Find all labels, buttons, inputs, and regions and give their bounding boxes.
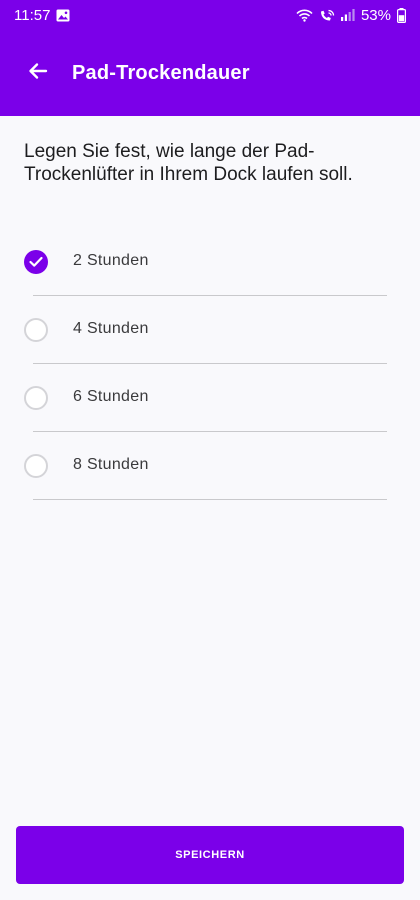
- status-bar-left: 11:57: [14, 7, 70, 24]
- option-label: 8 Stunden: [73, 456, 149, 473]
- status-time: 11:57: [14, 6, 51, 24]
- battery-icon: [397, 7, 406, 23]
- option-2-stunden[interactable]: 2 Stunden: [0, 228, 420, 296]
- app-bar: Pad-Trockendauer: [0, 30, 420, 116]
- gallery-icon: [56, 9, 70, 22]
- option-label: 4 Stunden: [73, 320, 149, 337]
- save-button[interactable]: SPEICHERN: [16, 826, 404, 884]
- status-bar-right: 53%: [296, 7, 406, 24]
- description-text: Legen Sie fest, wie lange der Pad-Trocke…: [24, 141, 353, 185]
- option-label: 6 Stunden: [73, 388, 149, 405]
- arrow-left-icon: [28, 62, 48, 85]
- battery-percent: 53%: [360, 6, 391, 24]
- signal-icon: [340, 9, 355, 21]
- divider: [33, 499, 387, 500]
- radio-unchecked-icon[interactable]: [24, 386, 48, 410]
- option-4-stunden[interactable]: 4 Stunden: [0, 296, 420, 364]
- radio-checked-icon[interactable]: [24, 250, 48, 274]
- wifi-icon: [296, 9, 313, 22]
- status-bar: 11:57 53%: [0, 0, 420, 30]
- back-button[interactable]: [18, 53, 58, 93]
- option-label: 2 Stunden: [73, 252, 149, 269]
- page-title: Pad-Trockendauer: [72, 61, 250, 84]
- wifi-calling-icon: [319, 9, 335, 22]
- option-8-stunden[interactable]: 8 Stunden: [0, 432, 420, 500]
- duration-options: 2 Stunden 4 Stunden 6 Stunden 8 Stunden: [0, 228, 420, 500]
- radio-unchecked-icon[interactable]: [24, 318, 48, 342]
- option-6-stunden[interactable]: 6 Stunden: [0, 364, 420, 432]
- radio-unchecked-icon[interactable]: [24, 454, 48, 478]
